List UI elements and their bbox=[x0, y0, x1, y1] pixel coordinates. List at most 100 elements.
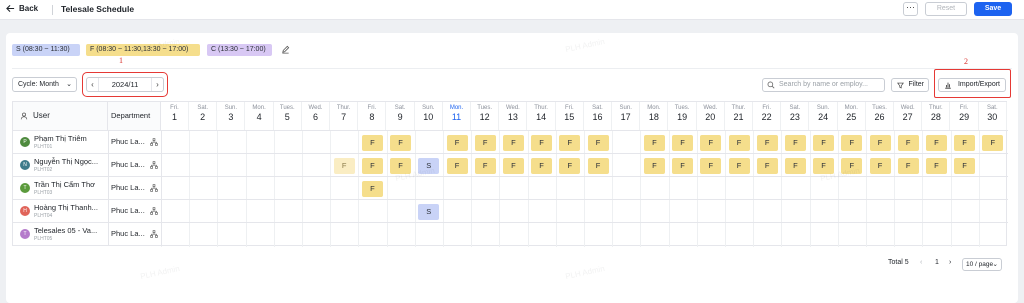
department-name: Phuc La... bbox=[111, 206, 145, 215]
import-export-label: Import/Export bbox=[957, 81, 1000, 88]
shift-cell-s[interactable]: S bbox=[418, 204, 440, 220]
shift-cell-f[interactable]: F bbox=[361, 158, 383, 174]
prev-month-button[interactable]: ‹ bbox=[87, 78, 99, 91]
shift-cell-f[interactable]: F bbox=[954, 135, 976, 151]
shift-cell-f[interactable]: F bbox=[813, 158, 835, 174]
shift-cell-f[interactable]: F bbox=[474, 135, 496, 151]
user-name: Phạm Thị Triêm bbox=[34, 134, 87, 143]
table-row: T Trần Thị Cẩm Thơ PLHT03 Phuc La... F bbox=[13, 176, 1008, 200]
shift-cell-f[interactable]: F bbox=[784, 135, 806, 151]
cell-divider bbox=[161, 177, 162, 200]
weekday-label: Sat. bbox=[986, 105, 998, 111]
day-header-1: Fri. 1 bbox=[161, 102, 189, 130]
shift-cell-f[interactable]: F bbox=[869, 158, 891, 174]
shift-cell-f[interactable]: F bbox=[672, 158, 694, 174]
shift-cell-f[interactable]: F bbox=[361, 181, 383, 197]
shift-cell-f[interactable]: F bbox=[841, 135, 863, 151]
shift-cell-f[interactable]: F bbox=[784, 158, 806, 174]
shift-cell-f[interactable]: F bbox=[728, 135, 750, 151]
cycle-select[interactable]: Cycle: Month ⌄ bbox=[12, 77, 77, 92]
shift-cell-f[interactable]: F bbox=[925, 158, 947, 174]
month-picker[interactable]: ‹ 2024/11 › bbox=[86, 77, 164, 92]
shift-cell-f[interactable]: F bbox=[390, 135, 412, 151]
shift-cell-f[interactable]: F bbox=[897, 158, 919, 174]
shift-cell-f[interactable]: F bbox=[672, 135, 694, 151]
org-tree-icon[interactable] bbox=[150, 184, 158, 192]
pencil-icon[interactable] bbox=[281, 45, 290, 54]
top-bar: Back Telesale Schedule ··· Reset Save bbox=[0, 0, 1024, 20]
shift-cell-f[interactable]: F bbox=[925, 135, 947, 151]
month-value[interactable]: 2024/11 bbox=[99, 78, 151, 91]
shift-cell-f[interactable]: F bbox=[954, 158, 976, 174]
shift-cell-f[interactable]: F bbox=[559, 158, 581, 174]
shift-cell-f[interactable]: F bbox=[502, 135, 524, 151]
shift-cell-f[interactable]: F bbox=[361, 135, 383, 151]
shift-cell-f[interactable]: F bbox=[502, 158, 524, 174]
shift-cell-s[interactable]: S bbox=[418, 158, 440, 174]
shift-cell-f[interactable]: F bbox=[531, 135, 553, 151]
shift-cell-f[interactable]: F bbox=[446, 158, 468, 174]
shift-cell-f[interactable]: F bbox=[982, 135, 1004, 151]
chevron-down-icon: ⌄ bbox=[992, 261, 998, 268]
weekday-label: Fri. bbox=[170, 105, 179, 111]
weekday-label: Sun. bbox=[224, 105, 238, 111]
shift-cell-f[interactable]: F bbox=[390, 158, 412, 174]
day-header-3: Sun. 3 bbox=[217, 102, 246, 130]
cycle-select-value: Cycle: Month bbox=[18, 81, 59, 88]
shift-cell-f[interactable]: F bbox=[756, 158, 778, 174]
save-button[interactable]: Save bbox=[974, 2, 1012, 16]
day-header-22: Fri. 22 bbox=[753, 102, 782, 130]
shift-cell-f[interactable]: F bbox=[531, 158, 553, 174]
avatar: P bbox=[20, 137, 30, 147]
shift-cell-f[interactable]: F bbox=[643, 158, 665, 174]
user-name: Trần Thị Cẩm Thơ bbox=[34, 180, 96, 189]
shift-legend-s[interactable]: S (08:30 ~ 11:30) bbox=[12, 44, 80, 56]
shift-cell-f[interactable]: F bbox=[869, 135, 891, 151]
weekday-label: Thur. bbox=[731, 105, 746, 111]
day-header-27: Wed. 27 bbox=[894, 102, 923, 130]
shift-cell-f[interactable]: F bbox=[333, 158, 355, 174]
shift-cell-f[interactable]: F bbox=[587, 135, 609, 151]
shift-legend-c[interactable]: C (13:30 ~ 17:00) bbox=[207, 44, 272, 56]
filter-button[interactable]: Filter bbox=[891, 78, 929, 92]
search-input[interactable]: Search by name or employ... bbox=[762, 78, 885, 92]
more-button[interactable]: ··· bbox=[903, 2, 918, 16]
shift-cell-f[interactable]: F bbox=[474, 158, 496, 174]
org-tree-icon[interactable] bbox=[150, 230, 158, 238]
section-divider bbox=[12, 68, 1012, 69]
user-column-header: User bbox=[13, 102, 108, 130]
reset-button[interactable]: Reset bbox=[925, 2, 967, 16]
day-header-10: Sun. 10 bbox=[415, 102, 443, 130]
shift-cell-f[interactable]: F bbox=[756, 135, 778, 151]
pagination-prev-button[interactable]: ‹ bbox=[920, 259, 922, 266]
shift-cell-f[interactable]: F bbox=[813, 135, 835, 151]
next-month-button[interactable]: › bbox=[151, 78, 163, 91]
back-button[interactable]: Back bbox=[6, 4, 38, 13]
day-header-14: Thur. 14 bbox=[528, 102, 556, 130]
day-header-16: Sat. 16 bbox=[584, 102, 612, 130]
shift-cell-f[interactable]: F bbox=[587, 158, 609, 174]
pagination-next-button[interactable]: › bbox=[949, 259, 951, 266]
shift-cell-f[interactable]: F bbox=[559, 135, 581, 151]
org-tree-icon[interactable] bbox=[150, 138, 158, 146]
shift-legend-f[interactable]: F (08:30 ~ 11:30,13:30 ~ 17:00) bbox=[86, 44, 200, 56]
org-tree-icon[interactable] bbox=[150, 161, 158, 169]
table-row: N Nguyễn Thị Ngọc... PLHT02 Phuc La... F F F S F… bbox=[13, 153, 1008, 177]
shift-cell-f[interactable]: F bbox=[700, 135, 722, 151]
shift-cell-f[interactable]: F bbox=[728, 158, 750, 174]
cell-divider bbox=[161, 200, 162, 223]
pagination-page-1[interactable]: 1 bbox=[935, 259, 939, 266]
day-number: 18 bbox=[648, 112, 659, 122]
user-name: Telesales 05 - Va... bbox=[34, 226, 98, 235]
shift-cell-f[interactable]: F bbox=[700, 158, 722, 174]
shift-cell-f[interactable]: F bbox=[446, 135, 468, 151]
import-export-button[interactable]: Import/Export bbox=[938, 78, 1006, 92]
org-tree-icon[interactable] bbox=[150, 207, 158, 215]
day-number: 1 bbox=[171, 112, 177, 122]
shift-cell-f[interactable]: F bbox=[897, 135, 919, 151]
page-size-select[interactable]: 10 / page ⌄ bbox=[962, 258, 1002, 271]
weekday-label: Sat. bbox=[789, 105, 801, 111]
weekday-label: Wed. bbox=[505, 105, 520, 111]
shift-cell-f[interactable]: F bbox=[841, 158, 863, 174]
shift-cell-f[interactable]: F bbox=[643, 135, 665, 151]
